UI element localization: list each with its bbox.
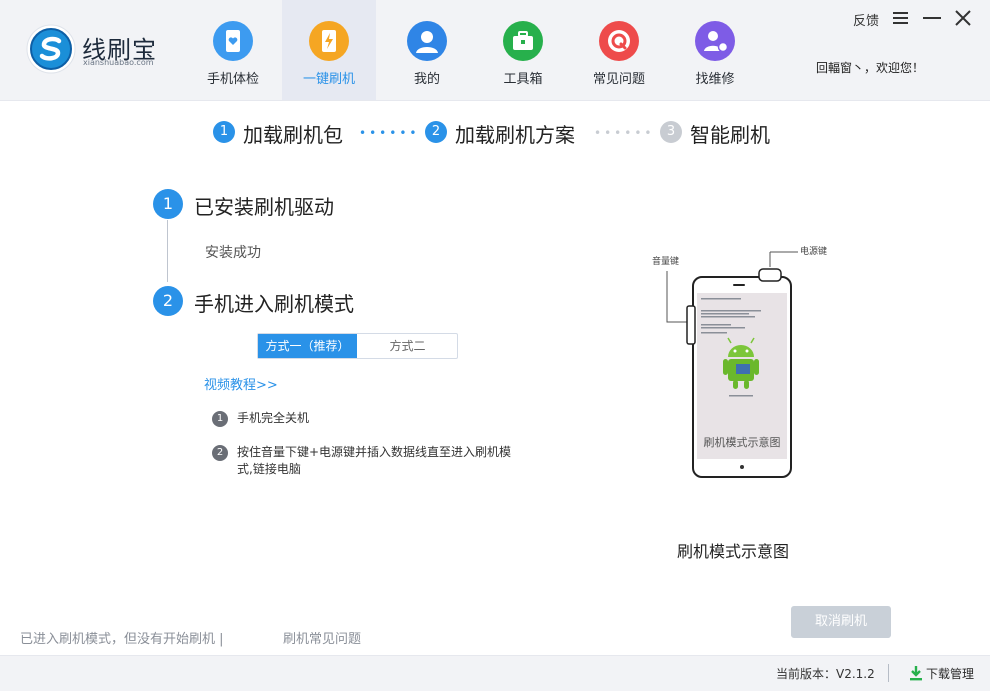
mode-tabs: 方式一（推荐） 方式二: [257, 333, 458, 359]
app-logo: 线刷宝 xianshuabao.com: [26, 24, 166, 76]
nav-label: 一键刷机: [302, 72, 355, 87]
instruction-number: 2: [212, 445, 228, 461]
instruction-line: 按住音量下键+电源键并插入数据线直至进入刷机模: [237, 445, 512, 459]
repair-icon: [695, 21, 735, 61]
section-number: 1: [153, 189, 183, 219]
nav-item-toolbox[interactable]: 工具箱: [476, 0, 570, 100]
question-icon: [599, 21, 639, 61]
step-number: 3: [660, 121, 682, 143]
instruction-text: 手机完全关机: [237, 411, 310, 425]
phone-illustration: 音量键 电源键 刷机模式示意图: [652, 245, 827, 478]
version-text: 当前版本：V2.1.2: [776, 667, 875, 681]
section-title-driver: 已安装刷机驱动: [194, 195, 334, 219]
logo-s-icon: [26, 24, 76, 74]
tab-method-one[interactable]: 方式一（推荐）: [258, 334, 357, 358]
tab-method-two[interactable]: 方式二: [358, 334, 457, 358]
nav-item-mine[interactable]: 我的: [380, 0, 474, 100]
nav-item-repair[interactable]: 找维修: [668, 0, 762, 100]
section-connector-line: [167, 220, 168, 282]
top-bar: 线刷宝 xianshuabao.com 手机体检 一键刷机 我的 工具箱 常见问…: [0, 0, 990, 101]
app-domain: xianshuabao.com: [83, 58, 154, 67]
cancel-flash-button[interactable]: 取消刷机: [791, 606, 891, 638]
illustration-caption: 刷机模式示意图: [677, 542, 790, 561]
footer-divider: [888, 664, 889, 682]
user-icon: [407, 21, 447, 61]
feedback-link[interactable]: 反馈: [853, 10, 879, 29]
close-icon[interactable]: [953, 8, 973, 28]
video-tutorial-link[interactable]: 视频教程>>: [204, 374, 278, 393]
menu-icon[interactable]: [892, 10, 910, 26]
download-manager-label: 下载管理: [926, 667, 975, 681]
toolbox-icon: [503, 21, 543, 61]
screen-caption-text: 刷机模式示意图: [704, 435, 781, 449]
nav-label: 常见问题: [592, 72, 645, 87]
step-label: 加载刷机方案: [455, 123, 575, 147]
section-number: 2: [153, 286, 183, 316]
footer-bar: 当前版本：V2.1.2 下载管理: [0, 655, 990, 691]
install-status: 安装成功: [205, 245, 261, 261]
power-key-label: 电源键: [800, 245, 827, 257]
section-title-flash-mode: 手机进入刷机模式: [194, 292, 354, 316]
nav-item-phone-check[interactable]: 手机体检: [186, 0, 280, 100]
minimize-icon[interactable]: [922, 10, 942, 26]
nav-item-faq[interactable]: 常见问题: [572, 0, 666, 100]
download-icon: [910, 666, 922, 681]
welcome-text: 回輻窗丶，欢迎您！: [816, 61, 925, 75]
instruction-text: 按住音量下键+电源键并插入数据线直至进入刷机模 式,链接电脑: [237, 444, 511, 478]
step-label: 智能刷机: [690, 123, 770, 147]
nav-label: 手机体检: [206, 72, 259, 87]
step-connector-pending: ••••••: [594, 126, 655, 140]
nav-label: 工具箱: [503, 72, 543, 87]
lightning-phone-icon: [309, 21, 349, 61]
step-number: 2: [425, 121, 447, 143]
step-connector-done: ••••••: [359, 126, 420, 140]
step-number: 1: [213, 121, 235, 143]
instruction-number: 1: [212, 411, 228, 427]
volume-key-label: 音量键: [652, 255, 679, 267]
phone-heart-icon: [213, 21, 253, 61]
instruction-line: 式,链接电脑: [237, 462, 301, 476]
nav-label: 我的: [413, 72, 440, 87]
flash-status-text: 已进入刷机模式，但没有开始刷机 |: [20, 632, 224, 647]
nav-item-one-click-flash[interactable]: 一键刷机: [282, 0, 376, 100]
nav-label: 找维修: [695, 72, 735, 87]
flash-faq-link[interactable]: 刷机常见问题: [283, 628, 361, 647]
step-label: 加载刷机包: [243, 123, 343, 147]
